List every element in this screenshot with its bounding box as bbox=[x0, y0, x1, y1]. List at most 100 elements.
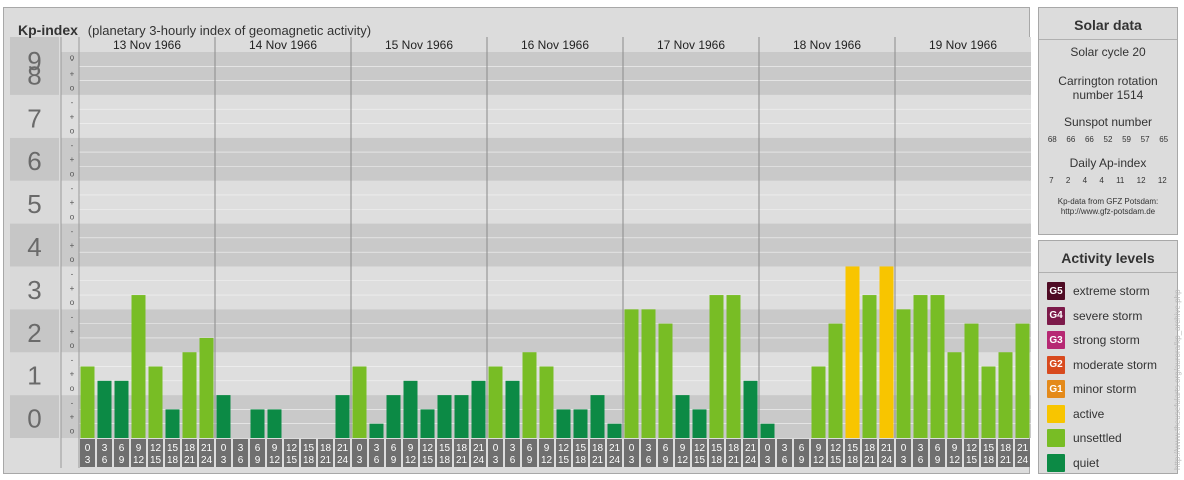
y-tick-label: 7 bbox=[27, 103, 41, 133]
y-tick-label: 2 bbox=[27, 318, 41, 348]
kp-bar bbox=[556, 409, 571, 438]
sunspot-value: 57 bbox=[1140, 135, 1150, 144]
hour-start-label: 3 bbox=[102, 443, 108, 454]
hour-start-label: 21 bbox=[745, 443, 757, 454]
legend-swatch: G4 bbox=[1047, 306, 1065, 325]
kp-band bbox=[61, 137, 1031, 181]
hour-start-label: 15 bbox=[847, 443, 859, 454]
hour-end-label: 24 bbox=[201, 455, 213, 466]
kp-bar bbox=[335, 395, 350, 438]
activity-legend: G5 extreme storm G4 severe storm G3 stro… bbox=[1039, 273, 1177, 475]
y-minor-tick: + bbox=[70, 413, 75, 422]
y-minor-tick: + bbox=[70, 327, 75, 336]
y-tick-label: 5 bbox=[27, 189, 41, 219]
y-minor-tick: + bbox=[70, 241, 75, 250]
hour-start-label: 12 bbox=[558, 443, 570, 454]
y-minor-tick: - bbox=[71, 270, 74, 279]
hour-end-label: 9 bbox=[255, 455, 261, 466]
hour-start-label: 18 bbox=[184, 443, 196, 454]
y-minor-tick: o bbox=[70, 53, 75, 62]
chart-title: Kp-index bbox=[18, 22, 78, 38]
hour-start-label: 12 bbox=[422, 443, 434, 454]
y-minor-tick: o bbox=[70, 341, 75, 350]
hour-start-label: 9 bbox=[952, 443, 958, 454]
y-minor-tick: + bbox=[70, 284, 75, 293]
kp-bar bbox=[216, 395, 231, 438]
hour-end-label: 9 bbox=[119, 455, 125, 466]
hour-end-label: 21 bbox=[864, 455, 876, 466]
y-minor-tick: - bbox=[71, 313, 74, 322]
legend-label: strong storm bbox=[1073, 333, 1140, 348]
ap-value: 7 bbox=[1049, 176, 1054, 185]
solar-panel-title: Solar data bbox=[1039, 8, 1177, 40]
hour-end-label: 21 bbox=[184, 455, 196, 466]
hour-end-label: 18 bbox=[575, 455, 587, 466]
hour-start-label: 21 bbox=[337, 443, 349, 454]
kp-bar bbox=[386, 395, 401, 438]
hour-start-label: 0 bbox=[765, 443, 771, 454]
hour-end-label: 6 bbox=[102, 455, 108, 466]
chart-title-row: Kp-index (planetary 3-hourly index of ge… bbox=[18, 22, 371, 38]
hour-end-label: 6 bbox=[510, 455, 516, 466]
hour-start-label: 21 bbox=[881, 443, 893, 454]
hour-end-label: 21 bbox=[320, 455, 332, 466]
kp-bar bbox=[862, 295, 877, 438]
ap-label: Daily Ap-index bbox=[1069, 156, 1147, 170]
hour-start-label: 3 bbox=[238, 443, 244, 454]
hour-start-label: 3 bbox=[782, 443, 788, 454]
day-label: 14 Nov 1966 bbox=[249, 38, 317, 52]
y-minor-tick: - bbox=[71, 98, 74, 107]
hour-end-label: 24 bbox=[337, 455, 349, 466]
hour-end-label: 15 bbox=[830, 455, 842, 466]
y-tick-label: 9 bbox=[27, 46, 41, 76]
kp-bar bbox=[573, 409, 588, 438]
hour-start-label: 0 bbox=[629, 443, 635, 454]
hour-end-label: 15 bbox=[150, 455, 162, 466]
ap-value: 12 bbox=[1157, 176, 1167, 185]
legend-item-g4: G4 severe storm bbox=[1039, 304, 1177, 329]
hour-start-label: 18 bbox=[1000, 443, 1012, 454]
y-tick-label: 0 bbox=[27, 404, 41, 434]
kp-bar bbox=[930, 295, 945, 438]
sunspot-value: 52 bbox=[1103, 135, 1113, 144]
kp-bar bbox=[250, 409, 265, 438]
hour-start-label: 21 bbox=[473, 443, 485, 454]
hour-end-label: 3 bbox=[85, 455, 91, 466]
kp-band bbox=[61, 223, 1031, 267]
hour-start-label: 15 bbox=[983, 443, 995, 454]
kp-bar bbox=[675, 395, 690, 438]
hour-start-label: 15 bbox=[167, 443, 179, 454]
legend-label: extreme storm bbox=[1073, 284, 1150, 299]
kp-bar bbox=[658, 323, 673, 438]
day-label: 15 Nov 1966 bbox=[385, 38, 453, 52]
hour-end-label: 9 bbox=[799, 455, 805, 466]
legend-item-quiet: quiet bbox=[1039, 451, 1177, 476]
kp-bar bbox=[998, 352, 1013, 438]
kp-bar bbox=[692, 409, 707, 438]
hour-start-label: 9 bbox=[816, 443, 822, 454]
hour-start-label: 21 bbox=[201, 443, 213, 454]
legend-item-g2: G2 moderate storm bbox=[1039, 353, 1177, 378]
hour-start-label: 12 bbox=[150, 443, 162, 454]
hour-start-label: 12 bbox=[966, 443, 978, 454]
y-minor-tick: o bbox=[70, 298, 75, 307]
hour-end-label: 15 bbox=[966, 455, 978, 466]
hour-start-label: 0 bbox=[221, 443, 227, 454]
ap-value: 4 bbox=[1099, 176, 1104, 185]
hour-start-label: 9 bbox=[544, 443, 550, 454]
kp-bar bbox=[97, 380, 112, 438]
hour-start-label: 15 bbox=[439, 443, 451, 454]
kp-chart-panel: 0 1 2 3 4 5 6 7 8 9 o + - o + - o + - o + - o + - o + - o + - o + - o + - o 13… bbox=[3, 7, 1031, 474]
y-minor-tick: + bbox=[70, 69, 75, 78]
kp-bar bbox=[471, 380, 486, 438]
kp-bar bbox=[828, 323, 843, 438]
credit-line2: http://www.gfz-potsdam.de bbox=[1060, 207, 1156, 216]
hour-end-label: 6 bbox=[918, 455, 924, 466]
kp-bar bbox=[80, 366, 95, 438]
sunspot-value: 59 bbox=[1122, 135, 1131, 144]
hour-end-label: 18 bbox=[847, 455, 859, 466]
hour-start-label: 3 bbox=[510, 443, 516, 454]
sunspot-value: 66 bbox=[1066, 135, 1076, 144]
kp-bar bbox=[947, 352, 962, 438]
hour-start-label: 6 bbox=[255, 443, 261, 454]
